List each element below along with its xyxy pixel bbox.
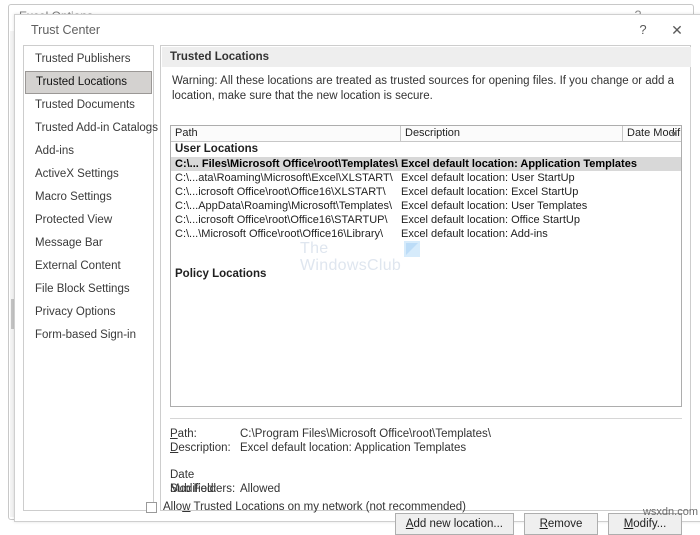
screenshot-root: Excel Options ? ⌄ Trust Center ? ✕ Trust… xyxy=(0,0,700,535)
cell-description: Excel default location: Application Temp… xyxy=(401,158,637,170)
allow-network-locations-checkbox[interactable] xyxy=(146,501,157,513)
sidebar-item-external-content[interactable]: External Content xyxy=(25,255,152,278)
cell-description: Excel default location: Excel StartUp xyxy=(401,186,579,198)
sidebar-item-form-based-sign-in[interactable]: Form-based Sign-in xyxy=(25,324,152,347)
sidebar-item-privacy-options[interactable]: Privacy Options xyxy=(25,301,152,324)
cell-path: C:\... Files\Microsoft Office\root\Templ… xyxy=(175,158,398,170)
detail-spacer xyxy=(170,455,682,468)
cell-description: Excel default location: User StartUp xyxy=(401,172,575,184)
close-icon[interactable]: ✕ xyxy=(665,21,689,39)
detail-sub-folders-label: Sub Folders: xyxy=(170,483,236,495)
cell-path: C:\...\Microsoft Office\root\Office16\Li… xyxy=(175,228,384,240)
sidebar-item-macro-settings[interactable]: Macro Settings xyxy=(25,186,152,209)
sidebar-item-activex-settings[interactable]: ActiveX Settings xyxy=(25,163,152,186)
detail-path-value: C:\Program Files\Microsoft Office\root\T… xyxy=(240,428,491,440)
table-row[interactable]: C:\...icrosoft Office\root\Office16\XLST… xyxy=(171,185,681,199)
group-label-policy-locations: Policy Locations xyxy=(175,268,267,280)
category-sidebar: Trusted Publishers Trusted Locations Tru… xyxy=(23,45,158,511)
main-panel: Trusted Locations Warning: All these loc… xyxy=(160,45,691,535)
add-new-location-button[interactable]: Add new location... xyxy=(394,513,514,535)
sidebar-item-trusted-documents[interactable]: Trusted Documents xyxy=(25,94,152,117)
allow-network-locations-row[interactable]: Allow Trusted Locations on my network (n… xyxy=(146,501,466,513)
detail-date-modified-label: Date Modified: xyxy=(170,469,217,495)
sidebar-item-protected-view[interactable]: Protected View xyxy=(25,209,152,232)
detail-date-modified: Date Modified: xyxy=(170,468,682,495)
cell-description: Excel default location: User Templates xyxy=(401,200,588,212)
sidebar-item-trusted-add-in-catalogs[interactable]: Trusted Add-in Catalogs xyxy=(25,117,158,140)
cell-path: C:\...AppData\Roaming\Microsoft\Template… xyxy=(175,200,393,212)
cell-path: C:\...ata\Roaming\Microsoft\Excel\XLSTAR… xyxy=(175,172,393,184)
group-label-user-locations: User Locations xyxy=(175,143,259,155)
cell-path: C:\...icrosoft Office\root\Office16\STAR… xyxy=(175,214,388,226)
dialog-title: Trust Center xyxy=(31,23,101,37)
cell-path: C:\...icrosoft Office\root\Office16\XLST… xyxy=(175,186,386,198)
detail-sub-folders-value: Allowed xyxy=(240,483,281,495)
cell-description: Excel default location: Office StartUp xyxy=(401,214,580,226)
trusted-locations-list[interactable]: Path Description Date Modified User Loca… xyxy=(170,125,682,407)
detail-sub-folders: Sub Folders: Allowed xyxy=(170,482,682,496)
detail-path-label: Path: xyxy=(170,428,197,440)
sort-descending-arrow-icon xyxy=(671,132,677,136)
allow-network-locations-label: Allow Trusted Locations on my network (n… xyxy=(163,501,466,513)
dialog-help-icon[interactable]: ? xyxy=(631,21,655,39)
table-row[interactable]: C:\...ata\Roaming\Microsoft\Excel\XLSTAR… xyxy=(171,171,681,185)
detail-description: Description: Excel default location: App… xyxy=(170,441,682,455)
warning-text: Warning: All these locations are treated… xyxy=(172,75,675,102)
table-row[interactable]: C:\...\Microsoft Office\root\Office16\Li… xyxy=(171,227,681,241)
column-header-path[interactable]: Path xyxy=(171,126,401,141)
cell-description: Excel default location: Add-ins xyxy=(401,228,548,240)
column-header-date-modified[interactable]: Date Modified xyxy=(623,126,681,141)
sidebar-item-message-bar[interactable]: Message Bar xyxy=(25,232,152,255)
list-header-row: Path Description Date Modified xyxy=(171,126,681,142)
remove-button[interactable]: Remove xyxy=(524,513,598,535)
detail-path: Path: C:\Program Files\Microsoft Office\… xyxy=(170,427,682,441)
detail-description-label: Description: xyxy=(170,442,231,454)
detail-description-value: Excel default location: Application Temp… xyxy=(240,442,467,454)
column-header-description[interactable]: Description xyxy=(401,126,623,141)
action-buttons: Add new location... Remove Modify... xyxy=(170,513,682,535)
table-row[interactable]: C:\...icrosoft Office\root\Office16\STAR… xyxy=(171,213,681,227)
table-row[interactable]: C:\...AppData\Roaming\Microsoft\Template… xyxy=(171,199,681,213)
sidebar-item-trusted-publishers[interactable]: Trusted Publishers xyxy=(25,48,152,71)
location-details: Path: C:\Program Files\Microsoft Office\… xyxy=(170,418,682,496)
section-title: Trusted Locations xyxy=(162,47,691,67)
sidebar-item-trusted-locations[interactable]: Trusted Locations xyxy=(25,71,152,94)
trust-center-dialog: Trust Center ? ✕ Trusted Publishers Trus… xyxy=(14,14,700,535)
modify-button[interactable]: Modify... xyxy=(608,513,682,535)
sidebar-item-file-block-settings[interactable]: File Block Settings xyxy=(25,278,152,301)
table-row[interactable]: C:\... Files\Microsoft Office\root\Templ… xyxy=(171,157,681,171)
sidebar-item-add-ins[interactable]: Add-ins xyxy=(25,140,152,163)
